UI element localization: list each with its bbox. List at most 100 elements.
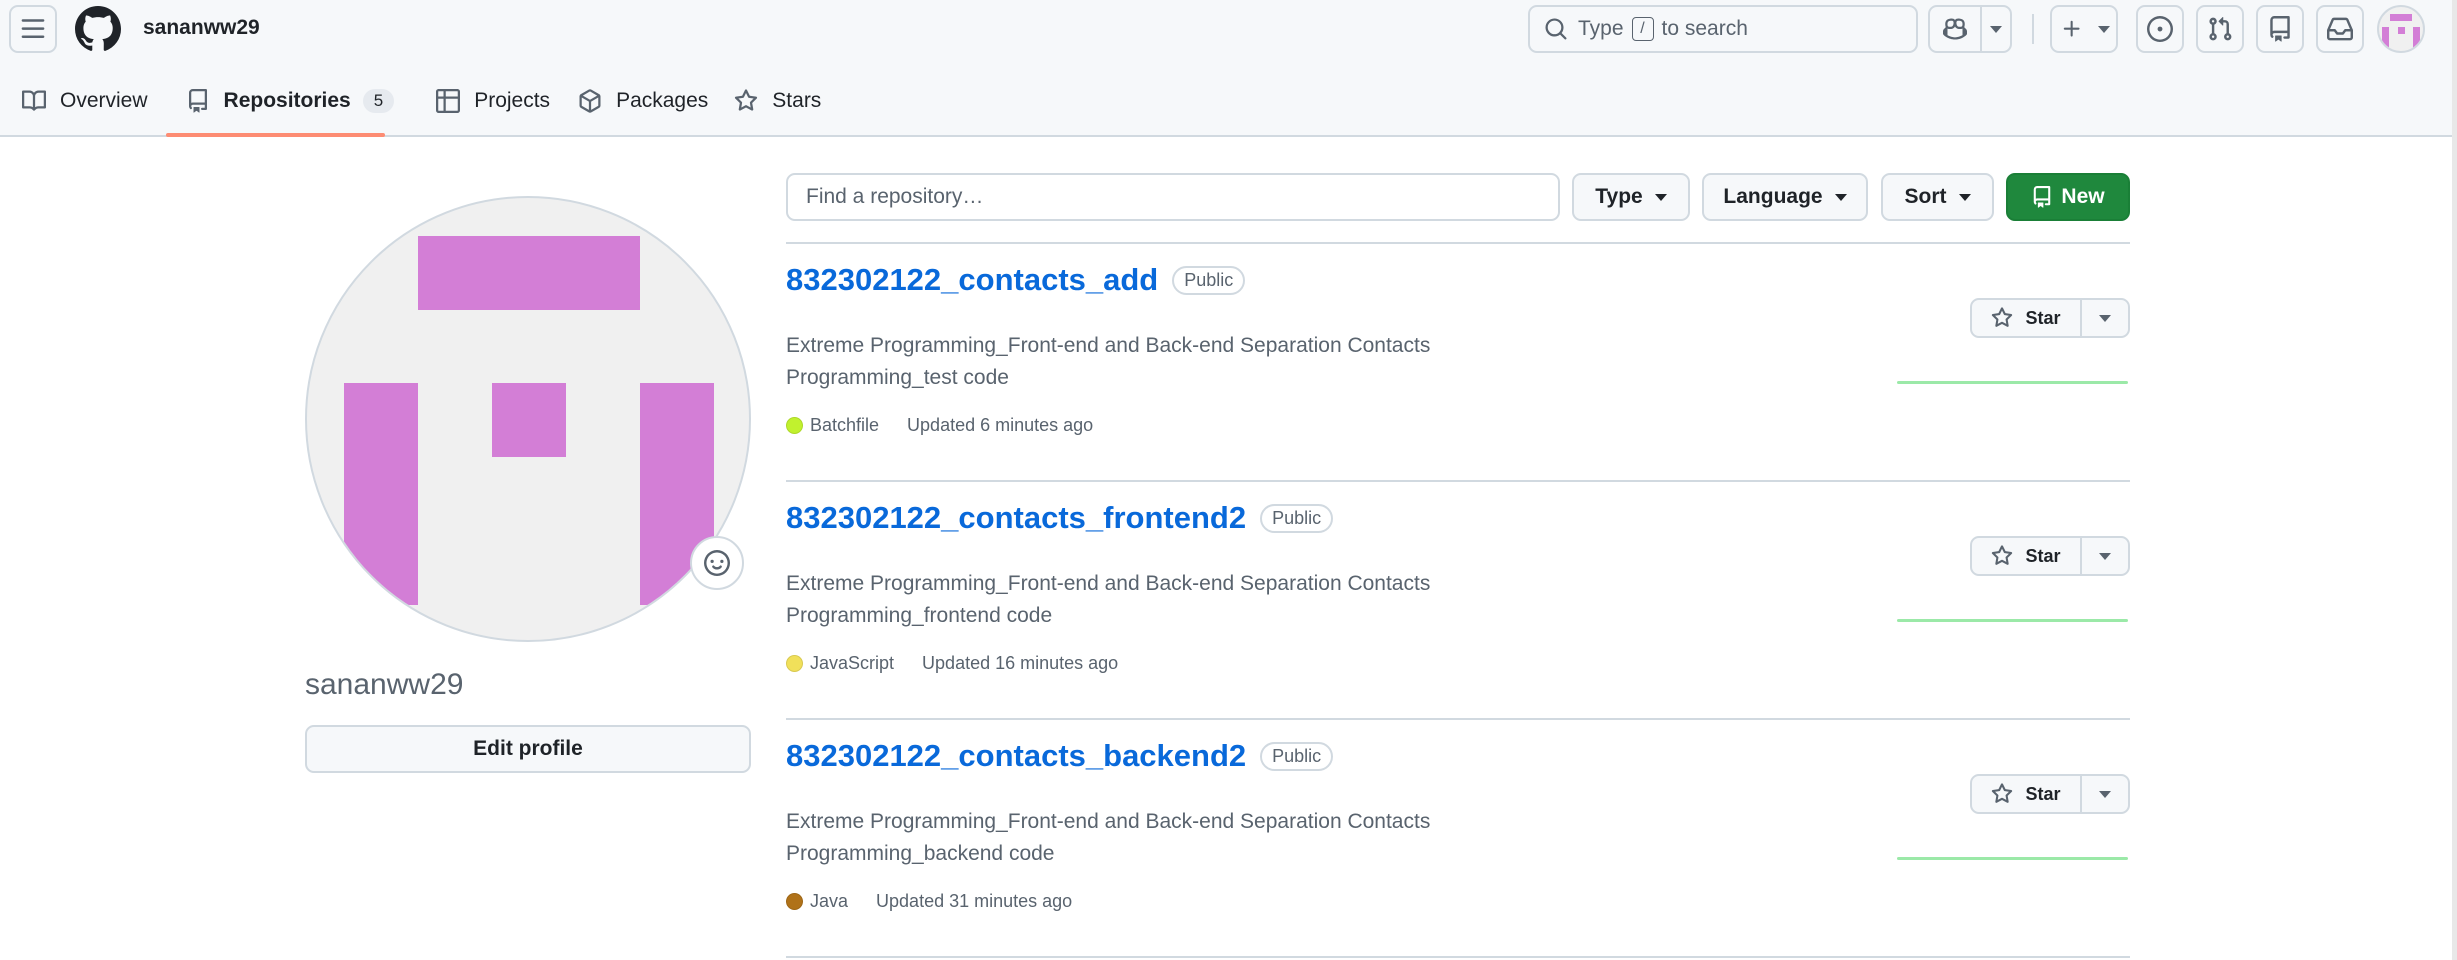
menu-button[interactable]: [9, 5, 57, 53]
header-username[interactable]: sananww29: [143, 16, 260, 40]
star-button[interactable]: Star: [1972, 538, 2082, 574]
star-button-group: Star: [1970, 774, 2130, 814]
chevron-down-icon: [1958, 193, 1971, 201]
repo-description-line: Programming_frontend code: [786, 604, 1053, 627]
inbox-icon: [2327, 17, 2353, 41]
table-icon: [436, 89, 461, 113]
repo-title-row: 832302122_contacts_backend2 Public: [786, 738, 1334, 774]
global-search-input[interactable]: Type / to search: [1528, 5, 1918, 53]
smiley-icon: [704, 550, 730, 576]
repo-meta: Java Updated 31 minutes ago: [786, 891, 1072, 912]
repositories-button[interactable]: [2256, 5, 2304, 53]
search-hint-prefix: Type: [1578, 17, 1624, 40]
tab-repositories[interactable]: Repositories 5: [172, 82, 419, 120]
repo-list-item: 832302122_contacts_backend2 Public Extre…: [786, 720, 2130, 958]
repo-list-item: 832302122_contacts_add Public Extreme Pr…: [786, 244, 2130, 482]
chevron-down-icon: [2099, 314, 2111, 322]
global-header: sananww29 Type / to search Overview Repo…: [0, 0, 2457, 137]
type-filter-button[interactable]: Type: [1572, 173, 1690, 221]
create-new-button[interactable]: [2050, 5, 2118, 53]
tab-overview[interactable]: Overview: [0, 82, 172, 120]
repositories-count-badge: 5: [362, 89, 395, 113]
repo-title-row: 832302122_contacts_add Public: [786, 262, 1246, 298]
repo-icon: [2270, 16, 2290, 42]
star-list-dropdown[interactable]: [2082, 300, 2128, 336]
top-bar: sananww29 Type / to search: [0, 0, 2457, 58]
new-repository-button[interactable]: New: [2006, 173, 2130, 221]
active-tab-underline: [166, 133, 385, 137]
repo-description: Extreme Programming_Front-end and Back-e…: [786, 568, 1466, 632]
plus-icon[interactable]: [2052, 7, 2092, 51]
language-filter-button[interactable]: Language: [1702, 173, 1868, 221]
star-label: Star: [2025, 545, 2061, 566]
search-icon: [1545, 18, 1567, 40]
sort-filter-label: Sort: [1904, 185, 1947, 208]
star-list-dropdown[interactable]: [2082, 776, 2128, 812]
visibility-badge: Public: [1260, 741, 1334, 771]
tab-projects-label: Projects: [474, 89, 551, 112]
language-color-dot: [786, 417, 803, 434]
star-button[interactable]: Star: [1972, 300, 2082, 336]
tab-overview-label: Overview: [60, 89, 148, 112]
set-status-button[interactable]: [690, 536, 744, 590]
visibility-badge: Public: [1172, 265, 1246, 295]
repo-name-link[interactable]: 832302122_contacts_add: [786, 262, 1158, 298]
github-logo-icon[interactable]: [74, 6, 121, 52]
user-avatar-small[interactable]: [2377, 5, 2425, 53]
activity-sparkline: [1897, 381, 2128, 384]
git-pull-request-icon: [2209, 16, 2232, 41]
copilot-split-button[interactable]: [1928, 5, 2012, 53]
book-icon: [22, 90, 46, 111]
page-scrollbar[interactable]: [2452, 0, 2457, 960]
star-icon: [1992, 783, 2013, 803]
search-hint-suffix: to search: [1661, 17, 1748, 40]
star-icon: [1992, 545, 2013, 565]
issues-button[interactable]: [2136, 5, 2184, 53]
repo-description-line: Extreme Programming_Front-end and Back-e…: [786, 810, 1431, 833]
copilot-dropdown-caret[interactable]: [1980, 7, 2010, 51]
star-list-dropdown[interactable]: [2082, 538, 2128, 574]
repo-language: JavaScript: [810, 653, 895, 673]
repo-meta: Batchfile Updated 6 minutes ago: [786, 415, 1093, 436]
tab-packages[interactable]: Packages: [574, 82, 732, 120]
tab-stars[interactable]: Stars: [732, 82, 845, 120]
star-icon: [735, 89, 758, 111]
hamburger-icon: [21, 19, 45, 38]
star-icon: [1992, 307, 2013, 327]
chevron-down-icon: [2099, 790, 2111, 798]
issue-opened-icon: [2147, 16, 2173, 42]
activity-sparkline: [1897, 857, 2128, 860]
create-dropdown-caret[interactable]: [2092, 7, 2116, 51]
chevron-down-icon: [2099, 552, 2111, 560]
profile-tabs: Overview Repositories 5 Projects Package…: [0, 82, 845, 137]
tab-stars-label: Stars: [772, 89, 822, 112]
repo-title-row: 832302122_contacts_frontend2 Public: [786, 500, 1334, 536]
pull-requests-button[interactable]: [2196, 5, 2244, 53]
sort-filter-button[interactable]: Sort: [1881, 173, 1994, 221]
repo-language: Java: [810, 891, 849, 911]
repo-icon: [2034, 186, 2051, 208]
chevron-down-icon: [1654, 193, 1667, 201]
tab-projects[interactable]: Projects: [418, 82, 574, 120]
new-repository-label: New: [2061, 185, 2105, 208]
inbox-button[interactable]: [2316, 5, 2364, 53]
copilot-icon[interactable]: [1930, 7, 1980, 51]
repo-updated: Updated 31 minutes ago: [876, 891, 1073, 911]
star-button-group: Star: [1970, 298, 2130, 338]
repo-description-line: Extreme Programming_Front-end and Back-e…: [786, 334, 1431, 357]
tab-repositories-label: Repositories: [223, 89, 351, 112]
find-repository-input[interactable]: Find a repository…: [786, 173, 1560, 221]
language-color-dot: [786, 893, 803, 910]
repo-name-link[interactable]: 832302122_contacts_frontend2: [786, 500, 1246, 536]
edit-profile-button[interactable]: Edit profile: [305, 725, 751, 773]
star-button[interactable]: Star: [1972, 776, 2082, 812]
visibility-badge: Public: [1260, 503, 1334, 533]
profile-avatar[interactable]: [305, 196, 751, 642]
repo-name-link[interactable]: 832302122_contacts_backend2: [786, 738, 1246, 774]
search-shortcut-key: /: [1631, 17, 1654, 41]
language-filter-label: Language: [1723, 185, 1823, 208]
repo-list-item: 832302122_contacts_frontend2 Public Extr…: [786, 482, 2130, 720]
header-divider: [2032, 14, 2034, 44]
star-button-group: Star: [1970, 536, 2130, 576]
chevron-down-icon: [1834, 193, 1847, 201]
